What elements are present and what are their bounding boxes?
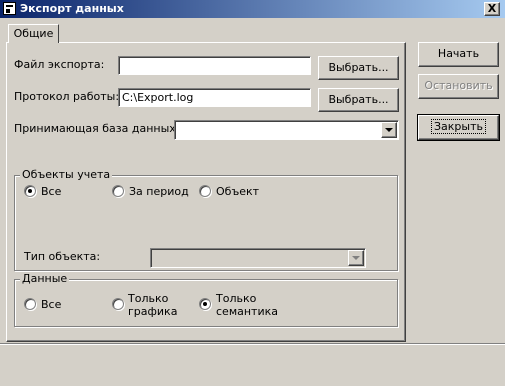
radio-data-graphics[interactable] <box>112 298 124 310</box>
export-file-input[interactable] <box>118 56 311 75</box>
log-file-label: Протокол работы: <box>14 90 120 103</box>
start-button[interactable]: Начать <box>418 42 499 67</box>
object-type-label: Тип объекта: <box>24 250 101 263</box>
object-type-select[interactable] <box>150 248 366 268</box>
stop-button[interactable]: Остановить <box>418 74 499 99</box>
close-button-label: Закрыть <box>431 119 486 134</box>
radio-data-semantics[interactable] <box>199 298 211 310</box>
bottom-divider <box>0 343 505 345</box>
browse-export-file-button[interactable]: Выбрать... <box>318 56 399 80</box>
radio-objects-period[interactable] <box>112 185 124 197</box>
radio-data-all[interactable] <box>24 298 36 310</box>
chevron-down-icon[interactable] <box>381 122 397 138</box>
target-db-select[interactable] <box>174 120 399 140</box>
objects-group-title: Объекты учета <box>20 168 113 181</box>
export-file-label: Файл экспорта: <box>14 58 105 71</box>
radio-objects-all[interactable] <box>24 185 36 197</box>
radio-objects-object[interactable] <box>199 185 211 197</box>
radio-data-semantics-label: Только семантика <box>216 292 278 318</box>
target-db-label: Принимающая база данных: <box>14 122 180 135</box>
browse-log-file-button[interactable]: Выбрать... <box>318 88 399 112</box>
radio-data-all-label: Все <box>41 298 62 311</box>
title-bar: Экспорт данных X <box>0 0 505 18</box>
close-window-button[interactable]: X <box>484 2 500 16</box>
radio-objects-object-label: Объект <box>216 185 260 198</box>
tab-general[interactable]: Общие <box>8 24 59 43</box>
app-icon <box>3 2 16 15</box>
close-button[interactable]: Закрыть <box>417 114 500 141</box>
radio-data-graphics-label: Только графика <box>128 292 178 318</box>
window-title: Экспорт данных <box>20 2 124 15</box>
radio-objects-all-label: Все <box>41 185 62 198</box>
log-file-input[interactable]: C:\Export.log <box>118 88 311 107</box>
chevron-down-icon[interactable] <box>348 250 364 266</box>
radio-objects-period-label: За период <box>129 185 189 198</box>
data-group-title: Данные <box>20 272 70 285</box>
